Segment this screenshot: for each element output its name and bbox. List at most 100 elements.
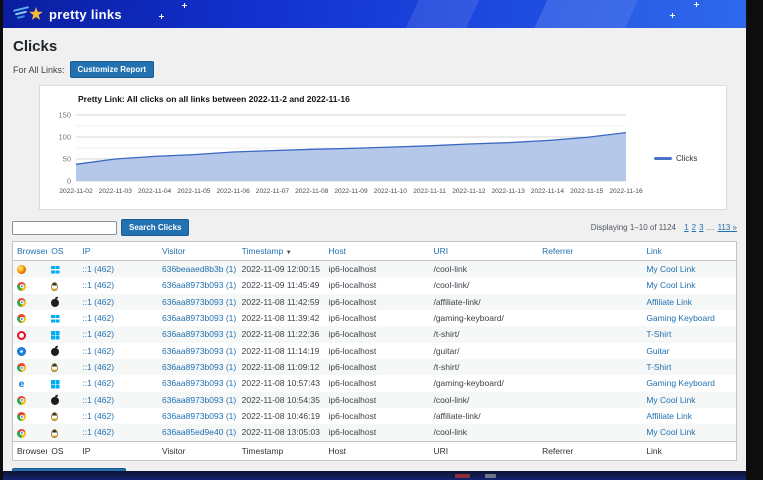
pretty-link-link[interactable]: Affiliate Link [646,297,692,307]
svg-text:2022-11-11: 2022-11-11 [413,188,446,195]
page-ellipsis: … [707,223,715,232]
logo-text: pretty links [49,7,122,22]
timestamp-cell: 2022-11-08 10:54:35 [238,392,325,409]
apple-icon [51,397,59,406]
svg-text:2022-11-13: 2022-11-13 [492,188,526,195]
column-header-referrer[interactable]: Referrer [538,242,642,261]
last-page-link[interactable]: 113 » [718,223,737,232]
host-cell: ip6-localhost [325,359,430,375]
column-header-browser[interactable]: Browser [13,242,48,261]
pretty-link-link[interactable]: Guitar [646,346,669,356]
svg-text:2022-11-16: 2022-11-16 [609,188,643,195]
chrome-icon [17,282,26,291]
ip-link[interactable]: ::1 (462) [82,427,114,437]
visitor-link[interactable]: 636aa8973b093 (1) [162,378,236,388]
pretty-link-link[interactable]: Gaming Keyboard [646,378,715,388]
footer-column-header-host: Host [325,441,430,460]
customize-report-button[interactable]: Customize Report [70,61,154,78]
visitor-link[interactable]: 636aa8973b093 (1) [162,280,236,290]
ip-link[interactable]: ::1 (462) [82,395,114,405]
svg-text:2022-11-03: 2022-11-03 [99,188,133,195]
pretty-link-link[interactable]: T-Shirt [646,362,671,372]
uri-cell: /affiliate-link/ [429,408,538,424]
ip-link[interactable]: ::1 (462) [82,411,114,421]
filter-label: For All Links: [13,65,65,75]
ip-link[interactable]: ::1 (462) [82,362,114,372]
chrome-icon [17,298,26,307]
linux-icon [51,363,58,372]
host-cell: ip6-localhost [325,310,430,326]
svg-text:2022-11-10: 2022-11-10 [374,188,408,195]
ip-link[interactable]: ::1 (462) [82,313,114,323]
visitor-link[interactable]: 636aa8973b093 (1) [162,362,236,372]
timestamp-cell: 2022-11-09 11:45:49 [238,277,325,293]
svg-text:2022-11-04: 2022-11-04 [138,188,172,195]
page-link-3[interactable]: 3 [699,223,703,232]
ip-link[interactable]: ::1 (462) [82,378,114,388]
search-input[interactable] [12,221,117,235]
page-link-2[interactable]: 2 [692,223,696,232]
desktop-bottom-strip [3,471,746,480]
footer-column-header-referrer: Referrer [538,441,642,460]
visitor-link[interactable]: 636aa8973b093 (1) [162,313,236,323]
linux-icon [51,429,58,438]
pretty-link-link[interactable]: My Cool Link [646,264,695,274]
svg-text:150: 150 [58,111,71,120]
safari-icon [17,347,26,356]
pretty-link-link[interactable]: My Cool Link [646,280,695,290]
visitor-link[interactable]: 636aa8973b093 (1) [162,297,236,307]
ip-link[interactable]: ::1 (462) [82,346,114,356]
sparkle-icon [670,13,675,18]
screen-right-edge [746,0,763,480]
timestamp-cell: 2022-11-08 11:39:42 [238,310,325,326]
column-header-ip[interactable]: IP [78,242,158,261]
pretty-link-link[interactable]: Affiliate Link [646,411,692,421]
os-cell [47,261,78,278]
pretty-link-link[interactable]: T-Shirt [646,329,671,339]
svg-text:2022-11-09: 2022-11-09 [334,188,368,195]
ip-link[interactable]: ::1 (462) [82,297,114,307]
table-row: ::1 (462) 636aa8973b093 (1)2022-11-08 11:… [13,310,737,326]
pretty-link-link[interactable]: Gaming Keyboard [646,313,715,323]
os-cell [47,375,78,391]
visitor-link[interactable]: 636aa8973b093 (1) [162,411,236,421]
column-header-uri[interactable]: URI [429,242,538,261]
timestamp-cell: 2022-11-08 11:14:19 [238,343,325,360]
host-cell: ip6-localhost [325,424,430,441]
svg-text:2022-11-02: 2022-11-02 [59,188,93,195]
search-clicks-button[interactable]: Search Clicks [121,219,189,236]
table-row: ::1 (462)636beaaed8b3b (1)2022-11-09 12:… [13,261,737,278]
table-row: ::1 (462)636aa8973b093 (1)2022-11-08 11:… [13,326,737,342]
pretty-link-link[interactable]: My Cool Link [646,395,695,405]
ip-link[interactable]: ::1 (462) [82,264,114,274]
footer-column-header-visitor: Visitor [158,441,238,460]
column-header-host[interactable]: Host [325,242,430,261]
visitor-link[interactable]: 636beaaed8b3b (1) [162,264,236,274]
os-cell [47,294,78,311]
os-cell [47,343,78,360]
uri-cell: /guitar/ [429,343,538,360]
pretty-link-link[interactable]: My Cool Link [646,427,695,437]
timestamp-cell: 2022-11-08 11:42:59 [238,294,325,311]
column-header-visitor[interactable]: Visitor [158,242,238,261]
filter-row: For All Links: Customize Report [13,61,737,78]
column-header-timestamp[interactable]: Timestamp ▼ [238,242,325,261]
visitor-link[interactable]: 636aa85ed9e40 (1) [162,427,236,437]
visitor-link[interactable]: 636aa8973b093 (1) [162,329,236,339]
visitor-link[interactable]: 636aa8973b093 (1) [162,395,236,405]
svg-text:2022-11-06: 2022-11-06 [217,188,251,195]
referrer-cell [538,424,642,441]
referrer-cell [538,392,642,409]
page-link-1[interactable]: 1 [684,223,688,232]
uri-cell: /cool-link/ [429,277,538,293]
visitor-link[interactable]: 636aa8973b093 (1) [162,346,236,356]
ip-link[interactable]: ::1 (462) [82,329,114,339]
ip-link[interactable]: ::1 (462) [82,280,114,290]
column-header-os[interactable]: OS [47,242,78,261]
chrome-icon [17,396,26,405]
column-header-link[interactable]: Link [642,242,736,261]
apple-icon [51,299,59,308]
referrer-cell [538,261,642,278]
pretty-links-banner: pretty links [3,0,746,28]
opera-icon [17,331,26,340]
